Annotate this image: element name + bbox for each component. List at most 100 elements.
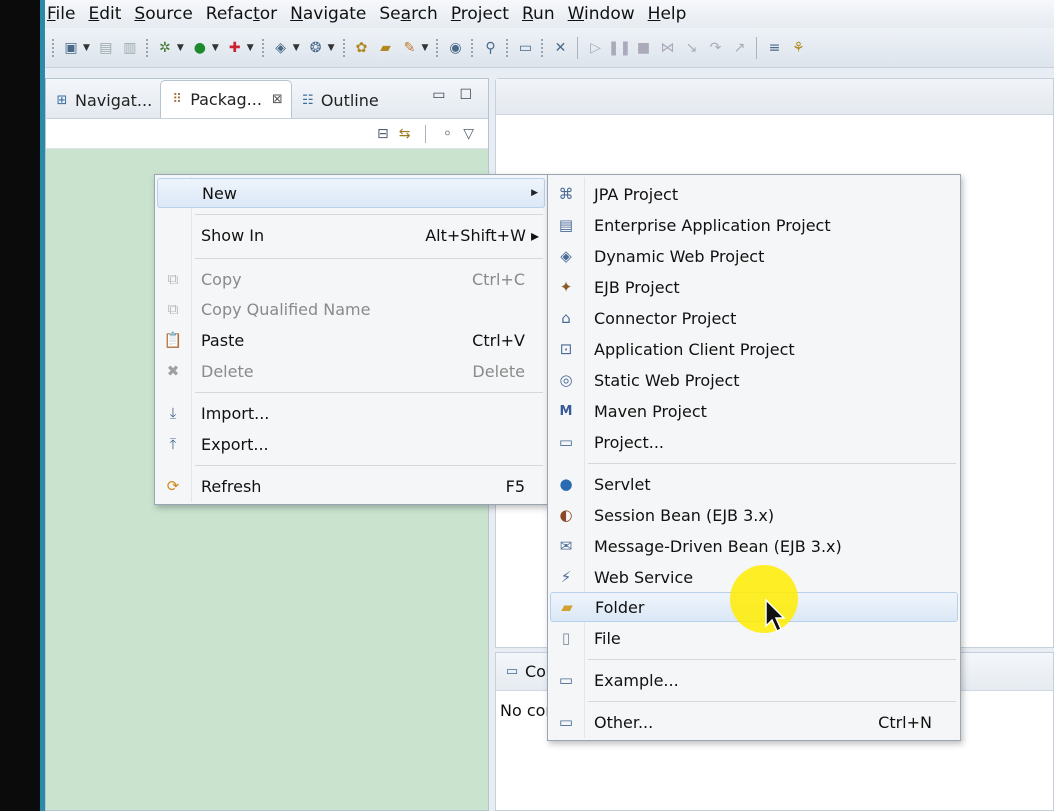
folder-icon: ▰ bbox=[561, 598, 573, 616]
menu-item-maven-project[interactable]: M Maven Project bbox=[550, 396, 958, 426]
new-wizard-icon[interactable]: ▣ bbox=[62, 39, 80, 57]
message-driven-bean-icon: ✉ bbox=[559, 537, 573, 555]
save-icon[interactable]: ▤ bbox=[97, 39, 115, 57]
menu-item-static-web-project[interactable]: ◎ Static Web Project bbox=[550, 365, 958, 395]
menu-source[interactable]: Source bbox=[134, 4, 192, 24]
terminate-icon[interactable]: ■ bbox=[634, 39, 652, 57]
new-server-icon[interactable]: ❂ bbox=[307, 39, 325, 57]
menu-item-connector-project[interactable]: ⌂ Connector Project bbox=[550, 303, 958, 333]
debug-dropdown-arrow[interactable]: ▼ bbox=[177, 43, 184, 53]
menu-item-copy-qualified-name[interactable]: ⧉ Copy Qualified Name bbox=[157, 294, 545, 324]
tab-navigator[interactable]: ⊞ Navigat... bbox=[46, 82, 160, 118]
open-type-icon[interactable]: ✿ bbox=[353, 39, 371, 57]
menu-item-other[interactable]: ▭ Other... Ctrl+N bbox=[550, 707, 958, 737]
export-icon: ⤒ bbox=[169, 435, 177, 453]
menu-project[interactable]: Project bbox=[451, 4, 509, 24]
menu-item-servlet[interactable]: ● Servlet bbox=[550, 469, 958, 499]
menu-file[interactable]: File bbox=[47, 4, 75, 24]
menu-navigate[interactable]: Navigate bbox=[290, 4, 366, 24]
step-return-icon[interactable]: ↗ bbox=[730, 39, 748, 57]
menu-refactor[interactable]: Refactor bbox=[206, 4, 277, 24]
debug-icon[interactable]: ✲ bbox=[156, 39, 174, 57]
minimize-icon[interactable]: ▭ bbox=[432, 87, 445, 103]
focus-on-active-task-icon[interactable]: ⚬ bbox=[441, 126, 453, 142]
menu-bar: File Edit Source Refactor Navigate Searc… bbox=[40, 0, 1054, 28]
menu-item-label: Project... bbox=[594, 432, 664, 452]
tab-package-explorer-label: Packag... bbox=[190, 90, 262, 109]
menu-separator bbox=[588, 701, 956, 702]
open-folder-icon[interactable]: ▰ bbox=[377, 39, 395, 57]
navigator-icon: ⊞ bbox=[56, 92, 68, 108]
tab-package-explorer[interactable]: ⠿ Packag... ⊠ bbox=[160, 80, 292, 118]
pencil-dropdown-arrow[interactable]: ▼ bbox=[422, 43, 429, 53]
menu-window[interactable]: Window bbox=[568, 4, 635, 24]
menu-item-label: Copy Qualified Name bbox=[201, 299, 371, 319]
maximize-icon[interactable]: ☐ bbox=[459, 87, 472, 103]
tab-outline[interactable]: ☷ Outline bbox=[292, 82, 387, 118]
save-all-icon[interactable]: ▥ bbox=[121, 39, 139, 57]
toolbar-grip bbox=[261, 38, 265, 57]
menu-item-dynamic-web-project[interactable]: ◈ Dynamic Web Project bbox=[550, 241, 958, 271]
menu-item-refresh[interactable]: ⟳ Refresh F5 bbox=[157, 471, 545, 501]
external-tools-dropdown-arrow[interactable]: ▼ bbox=[247, 43, 254, 53]
new-server-dropdown-arrow[interactable]: ▼ bbox=[328, 43, 335, 53]
annotation-icon[interactable]: ⚘ bbox=[789, 39, 807, 57]
paste-icon: 📋 bbox=[163, 331, 183, 349]
tab-outline-label: Outline bbox=[320, 90, 379, 110]
context-menu: New ▶ Show In Alt+Shift+W ▸ ⧉ Copy Ctrl+… bbox=[154, 174, 548, 505]
menu-item-paste[interactable]: 📋 Paste Ctrl+V bbox=[157, 325, 545, 355]
menu-item-example[interactable]: ▭ Example... bbox=[550, 665, 958, 695]
globe-icon[interactable]: ◉ bbox=[446, 39, 464, 57]
menu-item-shortcut: Ctrl+N bbox=[878, 712, 932, 732]
menu-search[interactable]: Search bbox=[379, 4, 437, 24]
menu-item-jpa-project[interactable]: ⌘ JPA Project bbox=[550, 179, 958, 209]
collapse-all-icon[interactable]: ⊟ bbox=[377, 126, 389, 142]
menu-item-shortcut: Ctrl+C bbox=[471, 269, 525, 289]
link-with-editor-icon[interactable]: ⇆ bbox=[399, 126, 411, 142]
menu-run[interactable]: Run bbox=[522, 4, 555, 24]
menu-item-ejb-project[interactable]: ✦ EJB Project bbox=[550, 272, 958, 302]
run-icon[interactable]: ● bbox=[191, 39, 209, 57]
new-web-project-dropdown-arrow[interactable]: ▼ bbox=[293, 43, 300, 53]
menu-item-enterprise-application-project[interactable]: ▤ Enterprise Application Project bbox=[550, 210, 958, 240]
step-into-icon[interactable]: ↘ bbox=[682, 39, 700, 57]
suspend-icon[interactable]: ❚❚ bbox=[608, 39, 631, 57]
menu-item-delete[interactable]: ✖ Delete Delete bbox=[157, 356, 545, 386]
disconnect-icon[interactable]: ⋈ bbox=[658, 39, 676, 57]
file-icon: ▯ bbox=[561, 629, 571, 647]
menu-item-show-in[interactable]: Show In Alt+Shift+W ▸ bbox=[157, 220, 545, 250]
edit-pencil-icon[interactable]: ✎ bbox=[401, 39, 419, 57]
menu-item-label: New bbox=[202, 183, 237, 203]
menu-item-message-driven-bean[interactable]: ✉ Message-Driven Bean (EJB 3.x) bbox=[550, 531, 958, 561]
new-web-project-icon[interactable]: ◈ bbox=[272, 39, 290, 57]
tab-navigator-label: Navigat... bbox=[75, 90, 153, 110]
menu-item-label: Session Bean (EJB 3.x) bbox=[594, 505, 775, 525]
static-web-project-icon: ◎ bbox=[559, 371, 573, 389]
resume-icon[interactable]: ▷ bbox=[586, 39, 604, 57]
menu-item-label: Export... bbox=[201, 434, 269, 454]
maven-project-icon: M bbox=[559, 403, 573, 419]
toolbar-grip bbox=[436, 38, 439, 57]
menu-item-session-bean[interactable]: ◐ Session Bean (EJB 3.x) bbox=[550, 500, 958, 530]
menu-item-label: Paste bbox=[201, 330, 245, 350]
menu-edit[interactable]: Edit bbox=[88, 4, 121, 24]
step-over-icon[interactable]: ↷ bbox=[706, 39, 724, 57]
menu-item-copy[interactable]: ⧉ Copy Ctrl+C bbox=[157, 264, 545, 294]
menu-item-application-client-project[interactable]: ⊡ Application Client Project bbox=[550, 334, 958, 364]
search-icon[interactable]: ⚲ bbox=[481, 39, 499, 57]
skip-breakpoints-icon[interactable]: ✕ bbox=[551, 39, 569, 57]
use-step-filters-icon[interactable]: ≡ bbox=[765, 39, 783, 57]
toolbar-grip bbox=[52, 38, 55, 57]
menu-item-import[interactable]: ⤓ Import... bbox=[157, 398, 545, 428]
menu-item-export[interactable]: ⤒ Export... bbox=[157, 429, 545, 459]
menu-item-new[interactable]: New ▶ bbox=[157, 178, 545, 208]
console-toolbar-icon[interactable]: ▭ bbox=[516, 39, 534, 57]
close-icon[interactable]: ⊠ bbox=[272, 92, 283, 107]
view-menu-icon[interactable]: ▽ bbox=[463, 126, 474, 142]
run-dropdown-arrow[interactable]: ▼ bbox=[212, 43, 219, 53]
new-dropdown-arrow[interactable]: ▼ bbox=[83, 43, 90, 53]
menu-item-label: Servlet bbox=[594, 474, 651, 494]
external-tools-icon[interactable]: ✚ bbox=[226, 39, 244, 57]
menu-item-project[interactable]: ▭ Project... bbox=[550, 427, 958, 457]
menu-help[interactable]: Help bbox=[648, 4, 687, 24]
